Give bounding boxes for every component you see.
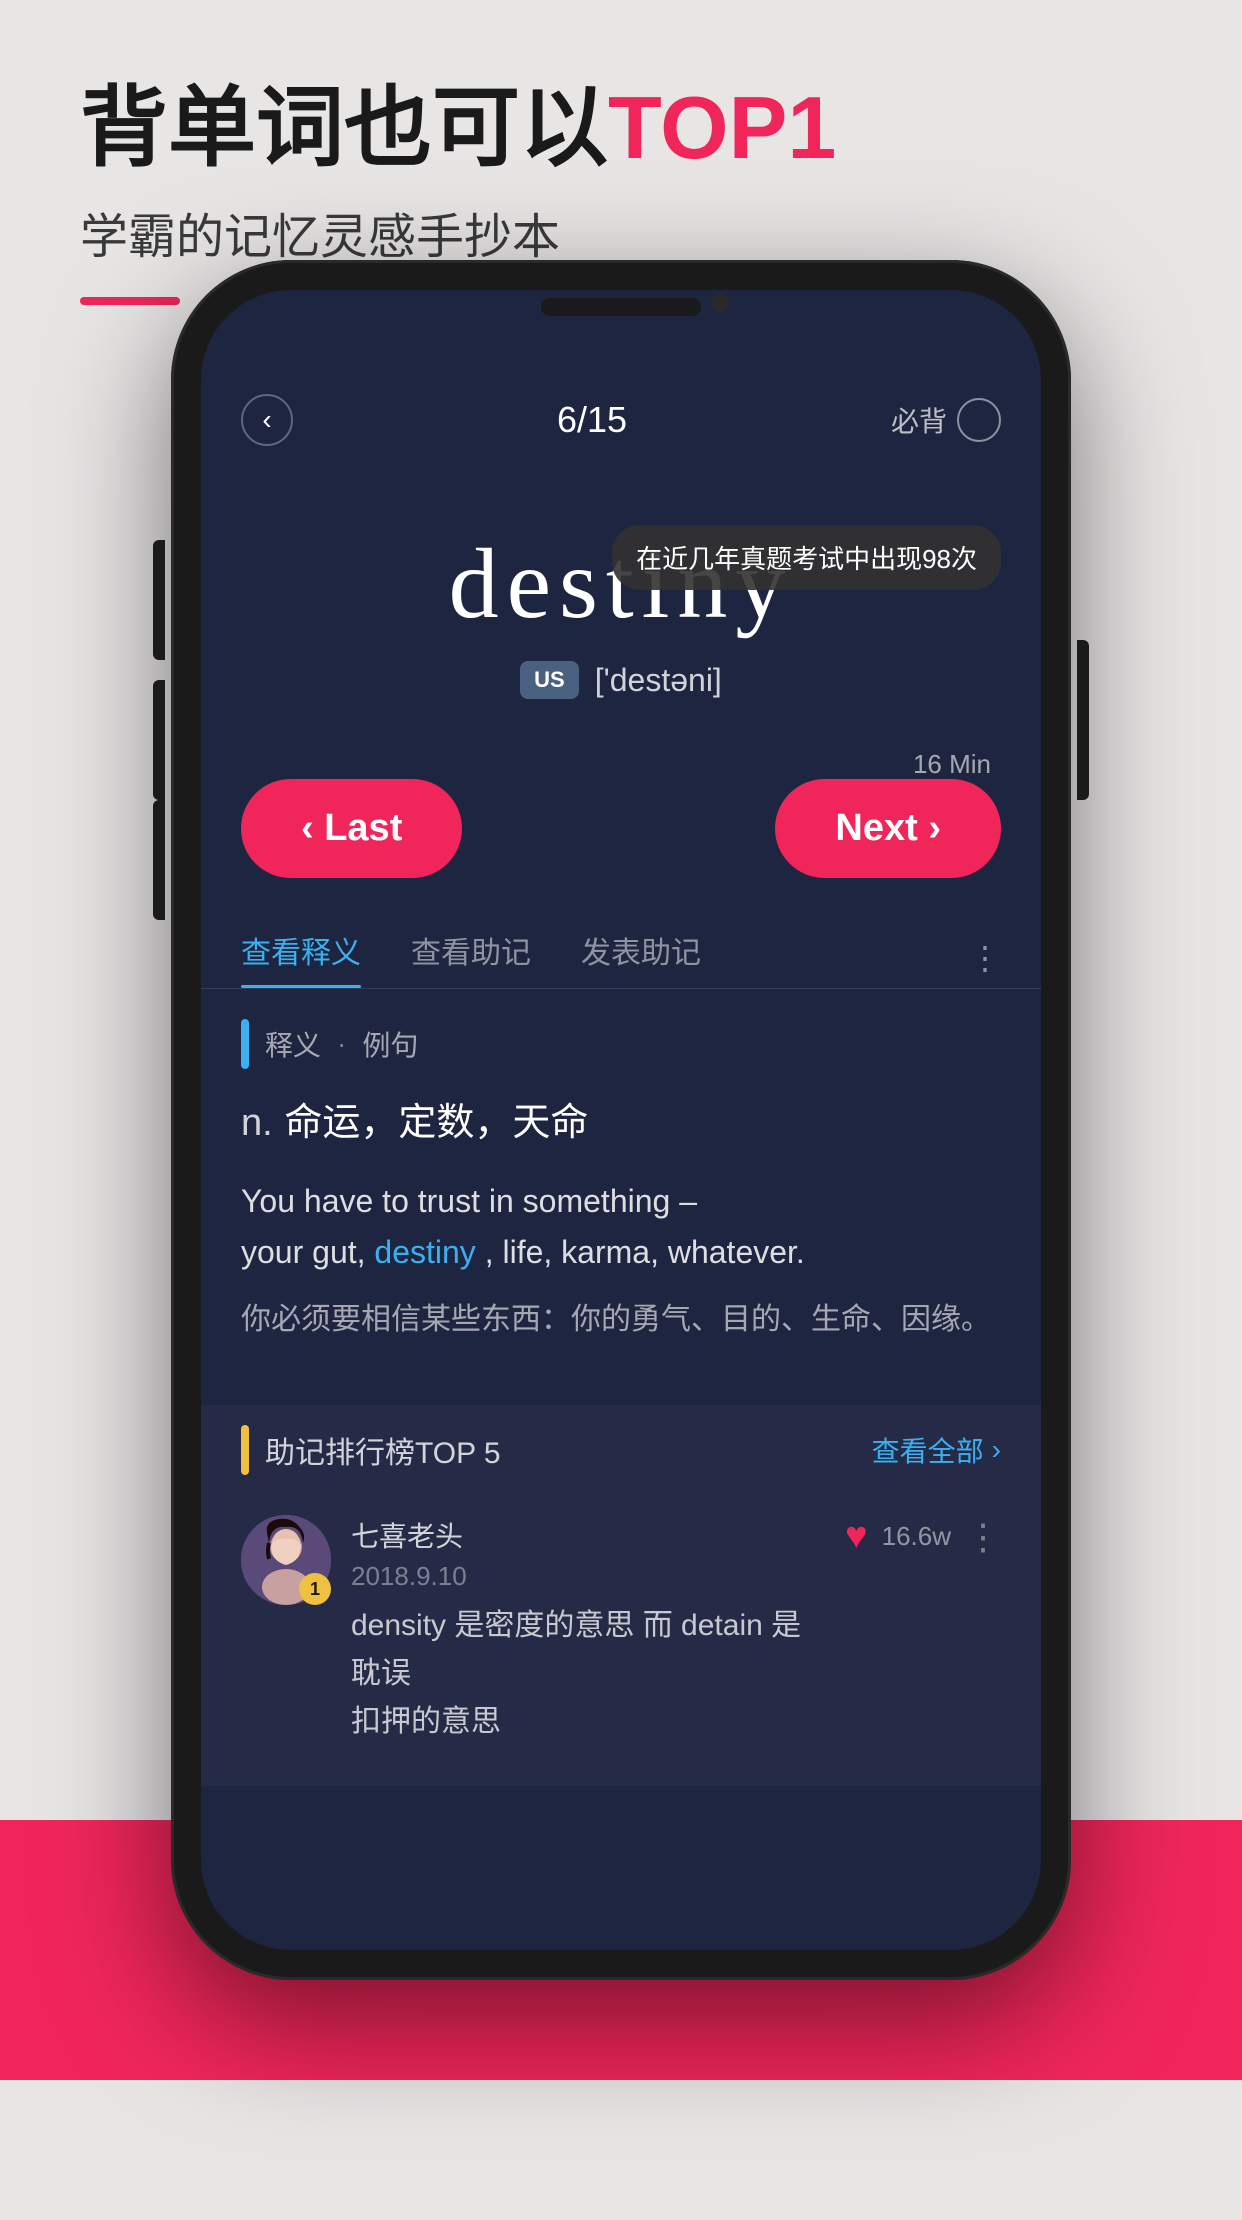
title-prefix: 背单词也可以 xyxy=(80,80,608,177)
phone-camera xyxy=(711,294,729,312)
mnemonic-title-row: 助记排行榜TOP 5 xyxy=(241,1425,501,1475)
main-title: 背单词也可以TOP1 xyxy=(80,80,1162,177)
definition-dot: · xyxy=(337,1028,346,1060)
tab-post-mnemonic[interactable]: 发表助记 xyxy=(581,928,701,988)
comment-text-2: 扣押的意思 xyxy=(351,1705,501,1738)
pronunciation-row: US ['destəni] xyxy=(241,661,1001,699)
last-button[interactable]: ‹ Last xyxy=(241,779,462,878)
must-memorize-label: 必背 xyxy=(891,400,947,440)
mnemonic-section: 助记排行榜TOP 5 查看全部 › xyxy=(201,1405,1041,1786)
progress-indicator: 6/15 xyxy=(557,399,627,441)
screen-content: ‹ 6/15 必背 在近几年真题考试中出现98次 destiny US ['de… xyxy=(201,370,1041,1950)
time-label: 16 Min xyxy=(913,749,991,780)
definition-header-label: 释义 xyxy=(265,1024,321,1064)
phonetic-text: ['destəni] xyxy=(595,662,722,699)
heart-icon[interactable]: ♥ xyxy=(845,1515,868,1558)
example-highlighted-word: destiny xyxy=(374,1234,475,1270)
tab-view-mnemonic[interactable]: 查看助记 xyxy=(411,928,531,988)
like-count: 16.6w xyxy=(882,1521,951,1552)
memorize-circle-button[interactable] xyxy=(957,398,1001,442)
user-name: 七喜老头 xyxy=(351,1515,825,1555)
tab-more-button[interactable]: ⋮ xyxy=(969,939,1001,977)
mnemonic-header: 助记排行榜TOP 5 查看全部 › xyxy=(241,1425,1001,1475)
nav-buttons-row: 16 Min ‹ Last Next › xyxy=(201,759,1041,898)
tab-post-label: 发表助记 xyxy=(581,937,701,970)
next-button[interactable]: Next › xyxy=(775,779,1001,878)
part-of-speech: n. xyxy=(241,1102,273,1144)
example-chinese: 你必须要相信某些东西：你的勇气、目的、生命、因缘。 xyxy=(241,1294,1001,1345)
phone-notch xyxy=(541,298,701,316)
user-date: 2018.9.10 xyxy=(351,1561,825,1592)
back-icon: ‹ xyxy=(262,404,271,436)
view-all-button[interactable]: 查看全部 › xyxy=(872,1430,1001,1470)
comment-text-1: density 是密度的意思 而 detain 是耽误 xyxy=(351,1609,801,1690)
view-all-label: 查看全部 xyxy=(872,1430,984,1470)
rank-badge: 1 xyxy=(299,1573,331,1605)
screen-topbar: ‹ 6/15 必背 xyxy=(201,370,1041,446)
example-english: You have to trust in something – your gu… xyxy=(241,1176,1001,1278)
meaning-text: 命运，定数，天命 xyxy=(284,1102,588,1144)
last-button-label: ‹ Last xyxy=(301,807,402,850)
definition-section: 释义 · 例句 n. 命运，定数，天命 You have to trust in… xyxy=(201,989,1041,1405)
definition-header: 释义 · 例句 xyxy=(241,1019,1001,1069)
back-button[interactable]: ‹ xyxy=(241,394,293,446)
appearance-tooltip: 在近几年真题考试中出现98次 xyxy=(612,525,1001,590)
example-label: 例句 xyxy=(362,1024,418,1064)
definition-chinese: n. 命运，定数，天命 xyxy=(241,1089,1001,1152)
user-comment: density 是密度的意思 而 detain 是耽误 扣押的意思 xyxy=(351,1602,825,1746)
user-actions: ♥ 16.6w ⋮ xyxy=(845,1515,1001,1558)
definition-blue-bar xyxy=(241,1019,249,1069)
user-mnemonic-row: 1 七喜老头 2018.9.10 density 是密度的意思 而 detain… xyxy=(241,1495,1001,1766)
tab-mnemonic-label: 查看助记 xyxy=(411,937,531,970)
tab-bar: 查看释义 查看助记 发表助记 ⋮ xyxy=(201,898,1041,989)
example-en-part1: You have to trust in something – xyxy=(241,1183,697,1219)
view-all-chevron: › xyxy=(992,1434,1001,1466)
example-en-part2: your gut, xyxy=(241,1234,366,1270)
title-highlight: TOP1 xyxy=(608,80,836,177)
mnemonic-yellow-bar xyxy=(241,1425,249,1475)
tab-more-icon: ⋮ xyxy=(969,940,1001,976)
must-memorize-toggle[interactable]: 必背 xyxy=(891,398,1001,442)
phone-shell: ‹ 6/15 必背 在近几年真题考试中出现98次 destiny US ['de… xyxy=(171,260,1071,1980)
more-options-icon[interactable]: ⋮ xyxy=(965,1516,1001,1558)
phone-screen: ‹ 6/15 必背 在近几年真题考试中出现98次 destiny US ['de… xyxy=(201,290,1041,1950)
tab-view-definition[interactable]: 查看释义 xyxy=(241,928,361,988)
us-badge: US xyxy=(520,661,579,699)
word-section: destiny US ['destəni] xyxy=(201,446,1041,739)
example-en-part3: , life, karma, whatever. xyxy=(485,1234,805,1270)
user-info: 七喜老头 2018.9.10 density 是密度的意思 而 detain 是… xyxy=(351,1515,825,1746)
avatar-wrapper: 1 xyxy=(241,1515,331,1605)
phone-wrapper: ‹ 6/15 必背 在近几年真题考试中出现98次 destiny US ['de… xyxy=(171,260,1071,2220)
mnemonic-title-text: 助记排行榜TOP 5 xyxy=(265,1428,501,1472)
tab-definition-label: 查看释义 xyxy=(241,937,361,970)
next-button-label: Next › xyxy=(835,807,941,850)
subtitle: 学霸的记忆灵感手抄本 xyxy=(80,197,1162,267)
red-accent-line xyxy=(80,297,180,305)
